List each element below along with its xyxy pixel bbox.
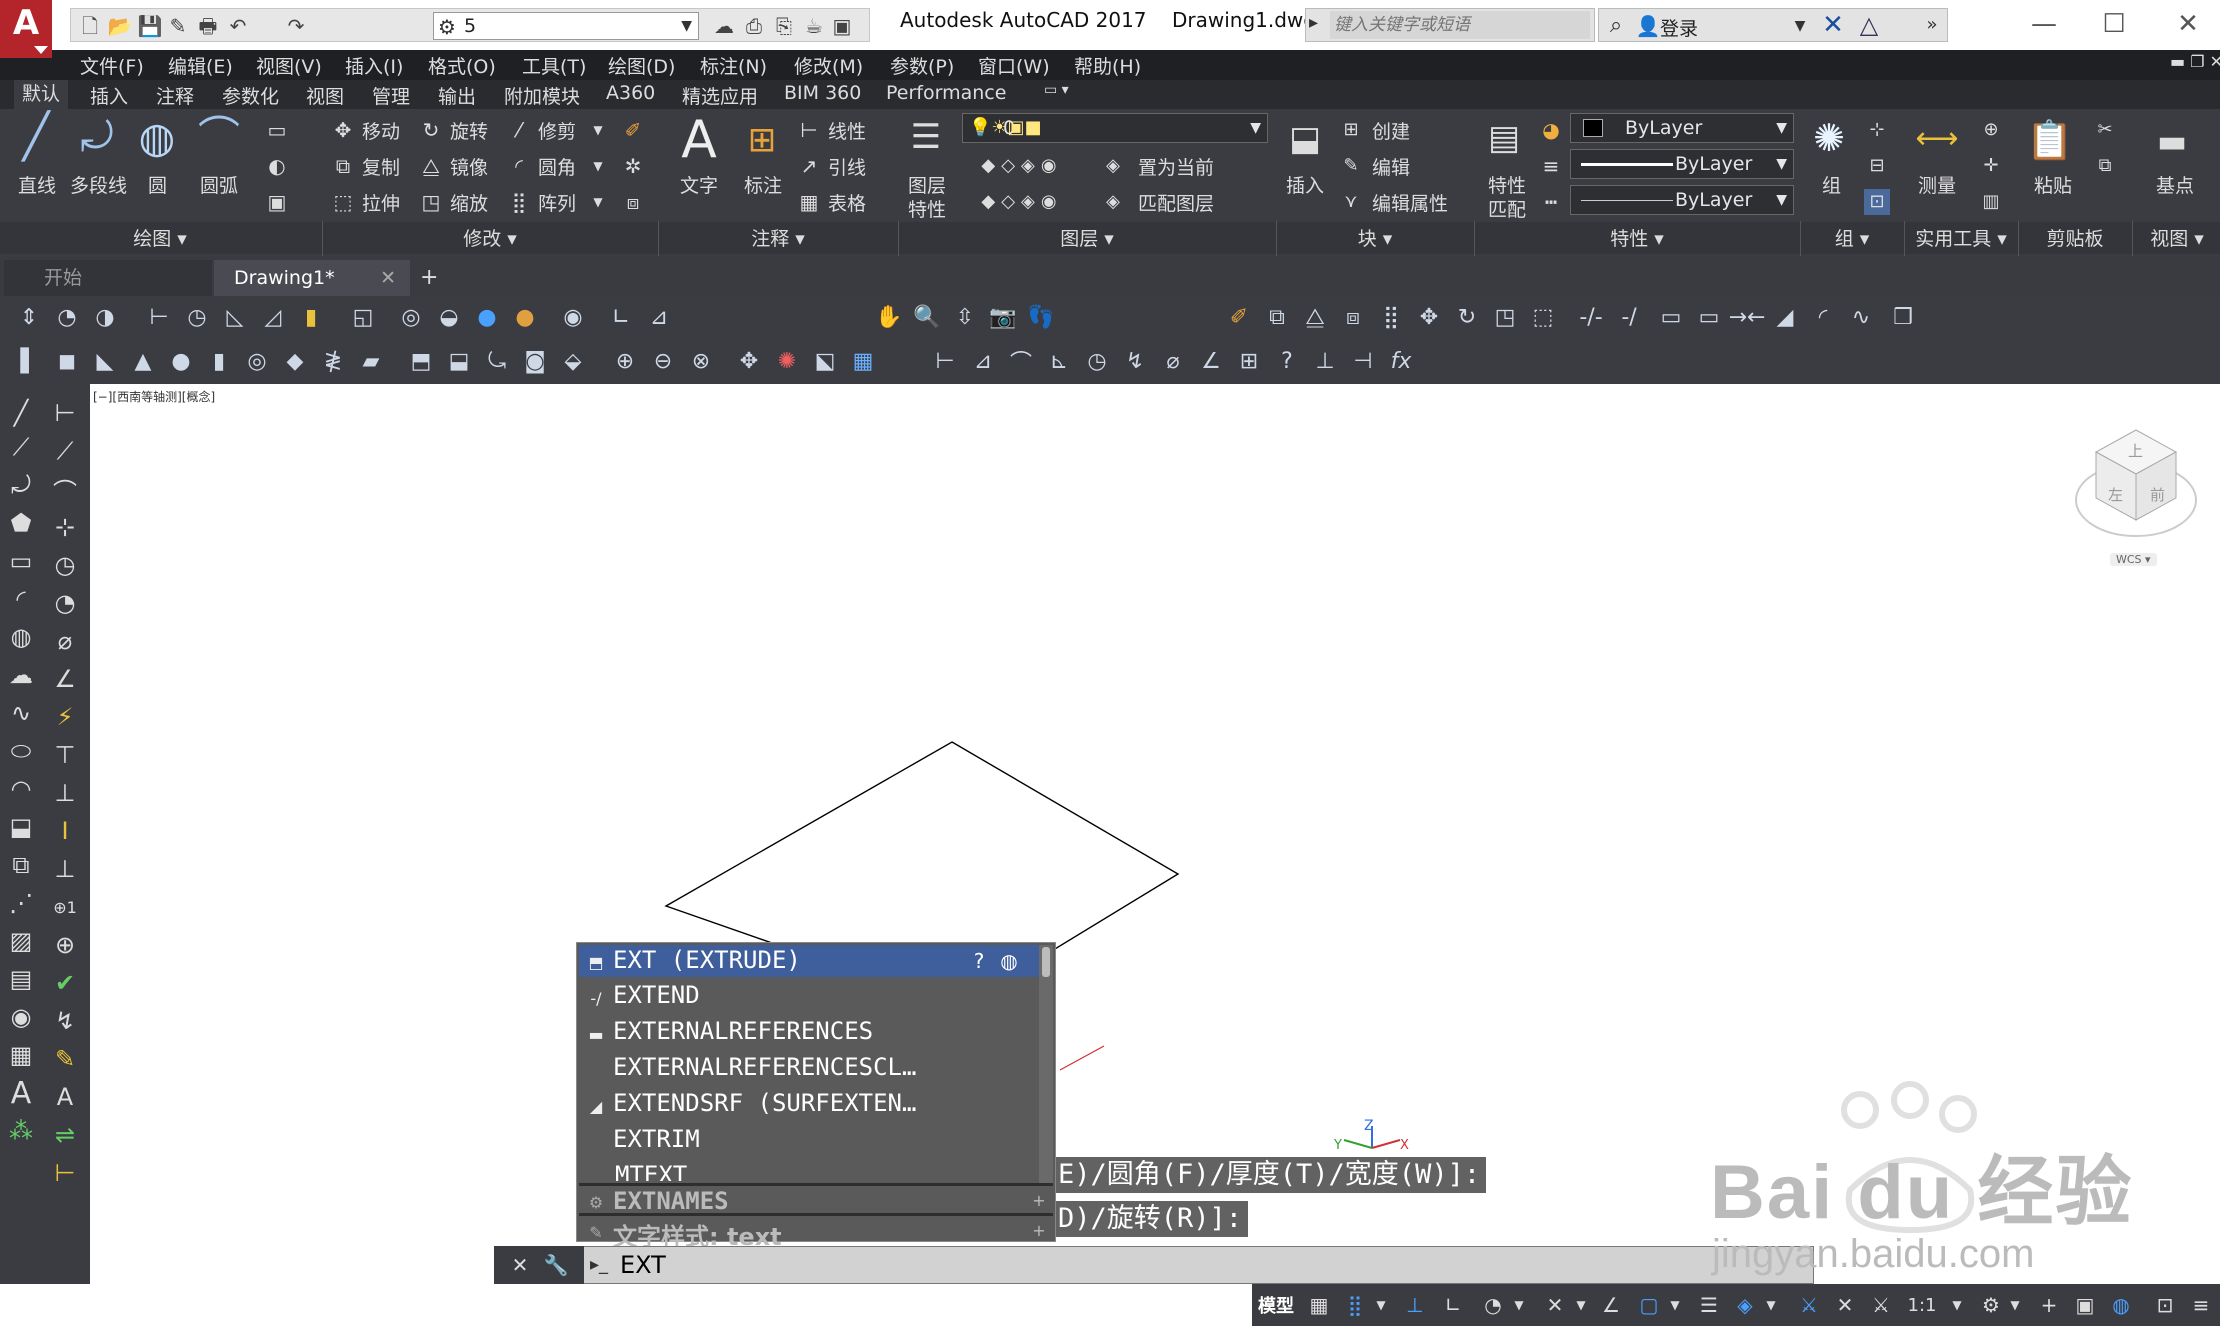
autocomplete-item[interactable]: EXTERNALREFERENCES: [613, 1017, 873, 1045]
gizmo-x-axis: [1371, 1139, 1401, 1149]
autocomplete-item[interactable]: EXT (EXTRUDE): [613, 946, 801, 974]
command-line-controls: ✕ 🔧: [494, 1246, 584, 1284]
grid-icon[interactable]: ▦: [1304, 1288, 1334, 1322]
autocomplete-item[interactable]: EXTEND: [613, 981, 700, 1009]
watermark-url: jingyan.baidu.com: [1712, 1232, 2035, 1276]
infer-constraints-icon[interactable]: ⊥: [1400, 1288, 1430, 1322]
xref-icon: ▬: [588, 1024, 604, 1044]
gear-icon: ⚙: [588, 1192, 604, 1212]
help-icon[interactable]: ?: [967, 949, 991, 973]
model-space-button[interactable]: 模型: [1258, 1292, 1294, 1318]
autocomplete-scrollbar[interactable]: [1039, 945, 1053, 1183]
viewcube-front[interactable]: 前: [2150, 484, 2165, 505]
surface-extend-icon: ◢: [589, 1096, 603, 1116]
watermark-text: Bai du 经验: [1710, 1150, 2134, 1235]
autocad-window: A 🗋 📂 💾 ✎ 🖶 ↶ ↷ ⚙ 5 ▼ ☁ ⎙ ⎘ ☕ ▣ Autodesk A…: [0, 0, 2220, 1330]
object-snap-tracking-icon[interactable]: ∠: [1596, 1288, 1626, 1322]
command-prompt-icon[interactable]: ▸_: [584, 1252, 614, 1278]
chevron-down-icon[interactable]: ▼: [1566, 1288, 1596, 1322]
viewcube-top[interactable]: 上: [2128, 440, 2143, 461]
autocomplete-item[interactable]: EXTENDSRF (SURFEXTEN…: [613, 1089, 916, 1117]
chevron-down-icon[interactable]: ▼: [1366, 1288, 1396, 1322]
autocomplete-item[interactable]: EXTRIM: [613, 1125, 700, 1153]
wcs-menu[interactable]: WCS ▾: [2110, 553, 2157, 566]
x-label: X: [1400, 1138, 1409, 1153]
wcs-label: WCS: [2116, 553, 2142, 566]
command-prompt-1: E)/圆角(F)/厚度(T)/宽度(W)]:: [1052, 1157, 1487, 1193]
viewcube-left[interactable]: 左: [2108, 484, 2123, 505]
z-label: Z: [1364, 1118, 1374, 1134]
scrollbar-thumb[interactable]: [1042, 947, 1050, 977]
close-icon[interactable]: ✕: [508, 1252, 532, 1278]
autocomplete-clip: MTEXT: [579, 1165, 1039, 1181]
command-input[interactable]: [620, 1249, 1800, 1281]
chevron-down-icon[interactable]: ▼: [1504, 1288, 1534, 1322]
autocomplete-item[interactable]: MTEXT: [615, 1165, 687, 1181]
extrude-icon: ⬒: [588, 952, 604, 972]
wrench-icon[interactable]: 🔧: [542, 1252, 570, 1278]
chevron-down-icon[interactable]: ▼: [1660, 1288, 1690, 1322]
divider: [579, 1183, 1053, 1186]
extend-icon: -/: [590, 988, 602, 1008]
autocomplete-list: ⬒ EXT (EXTRUDE) ? ◍ -/ EXTEND ▬ EXTERNAL…: [576, 942, 1056, 1251]
divider: [579, 1213, 1053, 1216]
ortho-icon[interactable]: ∟: [1438, 1288, 1468, 1322]
autocomplete-section[interactable]: EXTNAMES: [613, 1187, 729, 1215]
application-menu-button[interactable]: A: [0, 0, 52, 58]
expand-icon[interactable]: +: [1031, 1193, 1047, 1209]
text-style-icon: ✎: [589, 1222, 603, 1242]
chevron-down-icon: [34, 46, 48, 54]
globe-icon[interactable]: ◍: [997, 949, 1021, 973]
gizmo-y-axis: [1343, 1139, 1373, 1149]
y-label: Y: [1334, 1138, 1342, 1153]
ucs-x-axis: [1059, 1045, 1105, 1071]
autocomplete-item[interactable]: EXTERNALREFERENCESCL…: [613, 1053, 916, 1081]
command-prompt-2: D)/旋转(R)]:: [1052, 1201, 1249, 1237]
expand-icon[interactable]: +: [1031, 1223, 1047, 1239]
